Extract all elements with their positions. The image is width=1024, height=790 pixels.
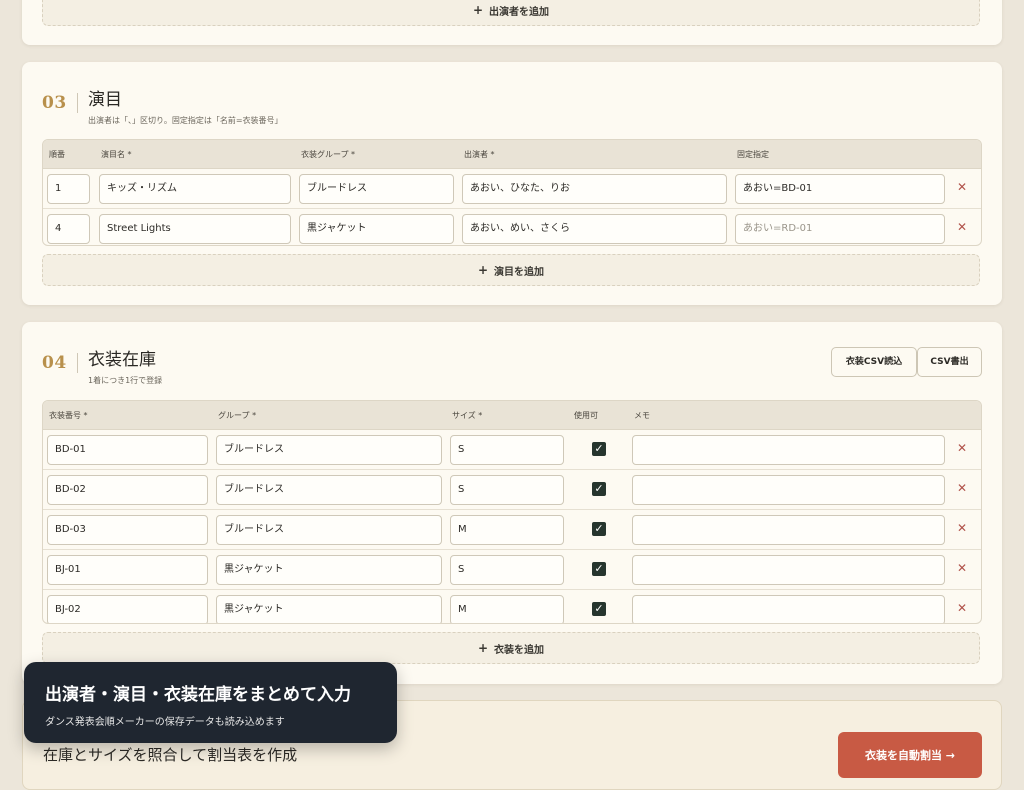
delete-row-button[interactable]: ✕ bbox=[955, 481, 969, 495]
delete-row-button[interactable]: ✕ bbox=[955, 180, 969, 194]
available-checkbox[interactable]: ✓ bbox=[592, 562, 606, 576]
costume-group-input[interactable]: ブルードレス bbox=[216, 475, 442, 505]
costume-group-input[interactable]: 黒ジャケット bbox=[299, 214, 454, 244]
size-input[interactable]: S bbox=[450, 435, 564, 465]
programs-table: 順番 演目名 * 衣装グループ * 出演者 * 固定指定 1 キッズ・リズム ブ… bbox=[42, 139, 982, 246]
section-divider bbox=[77, 353, 78, 373]
section-number: 04 bbox=[42, 353, 67, 373]
memo-input[interactable] bbox=[632, 475, 945, 505]
add-costume-label: 衣装を追加 bbox=[494, 644, 545, 656]
table-row: BD-02 ブルードレス S ✓ ✕ bbox=[43, 470, 981, 510]
toast-title: 出演者・演目・衣装在庫をまとめて入力 bbox=[45, 685, 351, 705]
table-row: BJ-02 黒ジャケット M ✓ ✕ bbox=[43, 590, 981, 623]
section-subtitle: 出演者は「、」区切り。固定指定は「名前=衣装番号」 bbox=[88, 116, 283, 125]
table-row: BJ-01 黒ジャケット S ✓ ✕ bbox=[43, 550, 981, 590]
costume-code-input[interactable]: BD-01 bbox=[47, 435, 208, 465]
column-header: 衣装グループ * bbox=[301, 150, 356, 159]
section-title: 衣装在庫 bbox=[88, 350, 156, 370]
column-header: 衣装番号 * bbox=[49, 411, 88, 420]
programs-card: 03 演目 出演者は「、」区切り。固定指定は「名前=衣装番号」 順番 演目名 *… bbox=[22, 62, 1002, 305]
add-performer-button[interactable]: + 出演者を追加 bbox=[42, 0, 980, 26]
delete-row-button[interactable]: ✕ bbox=[955, 220, 969, 234]
memo-input[interactable] bbox=[632, 555, 945, 585]
add-program-button[interactable]: + 演目を追加 bbox=[42, 254, 980, 286]
column-header: メモ bbox=[634, 411, 650, 420]
toast-subtitle: ダンス発表会順メーカーの保存データも読み込めます bbox=[45, 717, 285, 728]
table-header: 衣装番号 * グループ * サイズ * 使用可 メモ bbox=[43, 401, 981, 430]
inventory-table: 衣装番号 * グループ * サイズ * 使用可 メモ BD-01 ブルードレス … bbox=[42, 400, 982, 624]
fixed-assignment-input[interactable]: あおい=BD-01 bbox=[735, 174, 945, 204]
available-checkbox[interactable]: ✓ bbox=[592, 442, 606, 456]
order-input[interactable]: 4 bbox=[47, 214, 90, 244]
table-row: 4 Street Lights 黒ジャケット あおい、めい、さくら あおい=RD… bbox=[43, 209, 981, 245]
add-program-label: 演目を追加 bbox=[494, 266, 545, 278]
performers-card: + 出演者を追加 bbox=[22, 0, 1002, 45]
add-costume-button[interactable]: + 衣装を追加 bbox=[42, 632, 980, 664]
costume-code-input[interactable]: BJ-01 bbox=[47, 555, 208, 585]
check-icon: ✓ bbox=[594, 482, 604, 495]
performers-input[interactable]: あおい、めい、さくら bbox=[462, 214, 727, 244]
section-divider bbox=[77, 93, 78, 113]
add-performer-label: 出演者を追加 bbox=[489, 6, 550, 18]
column-header: 演目名 * bbox=[101, 150, 132, 159]
order-input[interactable]: 1 bbox=[47, 174, 90, 204]
column-header: 固定指定 bbox=[737, 150, 769, 159]
performers-input[interactable]: あおい、ひなた、りお bbox=[462, 174, 727, 204]
column-header: サイズ * bbox=[452, 411, 483, 420]
delete-row-button[interactable]: ✕ bbox=[955, 601, 969, 615]
check-icon: ✓ bbox=[594, 442, 604, 455]
costume-group-input[interactable]: ブルードレス bbox=[216, 515, 442, 545]
size-input[interactable]: S bbox=[450, 475, 564, 505]
plus-icon: + bbox=[472, 3, 484, 17]
delete-row-button[interactable]: ✕ bbox=[955, 561, 969, 575]
costume-group-input[interactable]: 黒ジャケット bbox=[216, 595, 442, 623]
inventory-card: 04 衣装在庫 1着につき1行で登録 衣装CSV読込 CSV書出 衣装番号 * … bbox=[22, 322, 1002, 684]
available-checkbox[interactable]: ✓ bbox=[592, 522, 606, 536]
table-row: 1 キッズ・リズム ブルードレス あおい、ひなた、りお あおい=BD-01 ✕ bbox=[43, 169, 981, 209]
auto-assign-title: 在庫とサイズを照合して割当表を作成 bbox=[43, 746, 298, 764]
memo-input[interactable] bbox=[632, 595, 945, 623]
column-header: 使用可 bbox=[574, 411, 598, 420]
plus-icon: + bbox=[477, 641, 489, 655]
fixed-assignment-input[interactable]: あおい=RD-01 bbox=[735, 214, 945, 244]
export-csv-button[interactable]: CSV書出 bbox=[917, 347, 982, 377]
section-subtitle: 1着につき1行で登録 bbox=[88, 376, 163, 385]
plus-icon: + bbox=[477, 263, 489, 277]
column-header: グループ * bbox=[218, 411, 257, 420]
program-name-input[interactable]: Street Lights bbox=[99, 214, 291, 244]
size-input[interactable]: M bbox=[450, 595, 564, 623]
auto-assign-button[interactable]: 衣装を自動割当 → bbox=[838, 732, 982, 778]
costume-code-input[interactable]: BJ-02 bbox=[47, 595, 208, 623]
info-toast: 出演者・演目・衣装在庫をまとめて入力 ダンス発表会順メーカーの保存データも読み込… bbox=[24, 662, 397, 743]
available-checkbox[interactable]: ✓ bbox=[592, 482, 606, 496]
costume-code-input[interactable]: BD-02 bbox=[47, 475, 208, 505]
check-icon: ✓ bbox=[594, 602, 604, 615]
table-header: 順番 演目名 * 衣装グループ * 出演者 * 固定指定 bbox=[43, 140, 981, 169]
column-header: 順番 bbox=[49, 150, 65, 159]
delete-row-button[interactable]: ✕ bbox=[955, 441, 969, 455]
table-row: BD-01 ブルードレス S ✓ ✕ bbox=[43, 430, 981, 470]
table-row: BD-03 ブルードレス M ✓ ✕ bbox=[43, 510, 981, 550]
section-title: 演目 bbox=[88, 90, 122, 110]
column-header: 出演者 * bbox=[464, 150, 495, 159]
memo-input[interactable] bbox=[632, 515, 945, 545]
check-icon: ✓ bbox=[594, 562, 604, 575]
costume-code-input[interactable]: BD-03 bbox=[47, 515, 208, 545]
import-csv-button[interactable]: 衣装CSV読込 bbox=[831, 347, 917, 377]
costume-group-input[interactable]: 黒ジャケット bbox=[216, 555, 442, 585]
size-input[interactable]: M bbox=[450, 515, 564, 545]
available-checkbox[interactable]: ✓ bbox=[592, 602, 606, 616]
check-icon: ✓ bbox=[594, 522, 604, 535]
costume-group-input[interactable]: ブルードレス bbox=[216, 435, 442, 465]
size-input[interactable]: S bbox=[450, 555, 564, 585]
memo-input[interactable] bbox=[632, 435, 945, 465]
costume-group-input[interactable]: ブルードレス bbox=[299, 174, 454, 204]
delete-row-button[interactable]: ✕ bbox=[955, 521, 969, 535]
program-name-input[interactable]: キッズ・リズム bbox=[99, 174, 291, 204]
section-number: 03 bbox=[42, 93, 67, 113]
